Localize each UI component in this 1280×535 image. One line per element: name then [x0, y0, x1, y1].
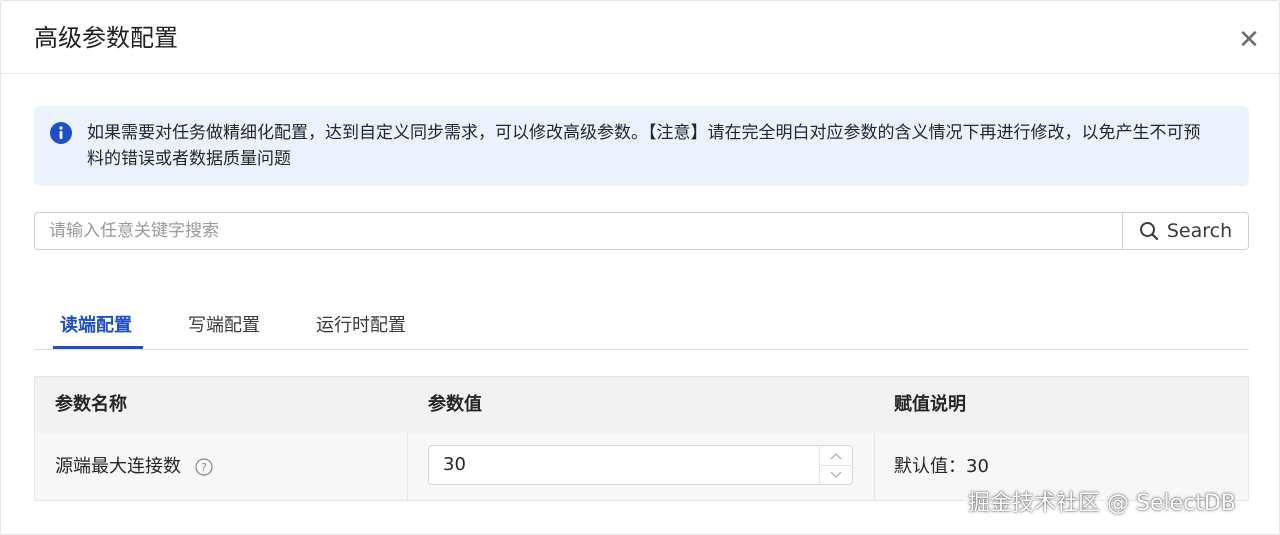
column-header-description: 赋值说明 [894, 394, 966, 415]
search-button-label: Search [1166, 220, 1233, 242]
param-name-cell: 源端最大连接数 ? [55, 455, 213, 479]
alert-message: 如果需要对任务做精细化配置，达到自定义同步需求，可以修改高级参数。【注意】请在完… [87, 123, 1201, 169]
close-icon[interactable]: ✕ [1236, 27, 1262, 53]
param-name: 源端最大连接数 [55, 456, 181, 477]
number-stepper [819, 446, 852, 484]
tab-runtime-config[interactable]: 运行时配置 [316, 314, 406, 338]
column-header-value: 参数值 [428, 394, 482, 415]
params-table: 参数名称 参数值 赋值说明 源端最大连接数 ? 30 默认值：30 [34, 376, 1249, 501]
search-icon [1139, 222, 1158, 241]
tab-read-config[interactable]: 读端配置 [60, 314, 132, 338]
config-tabs: 读端配置 写端配置 运行时配置 [34, 300, 1249, 350]
search-input[interactable] [34, 212, 1123, 250]
question-circle-icon[interactable]: ? [195, 458, 213, 476]
dialog-header: 高级参数配置 ✕ [0, 0, 1280, 74]
param-description: 默认值：30 [894, 456, 989, 477]
column-header-name: 参数名称 [55, 394, 127, 415]
param-value: 30 [443, 454, 466, 475]
column-divider [407, 433, 408, 500]
chevron-down-icon [830, 471, 841, 478]
info-alert: 如果需要对任务做精细化配置，达到自定义同步需求，可以修改高级参数。【注意】请在完… [34, 106, 1249, 186]
dialog-title: 高级参数配置 [34, 24, 178, 52]
search-bar: Search [34, 212, 1249, 250]
chevron-up-icon [830, 452, 841, 459]
watermark-text: 掘金技术社区 @ SelectDB [968, 491, 1236, 516]
param-value-input[interactable]: 30 [428, 445, 853, 485]
search-button[interactable]: Search [1122, 212, 1249, 250]
column-divider [874, 433, 875, 500]
table-header: 参数名称 参数值 赋值说明 [35, 377, 1248, 433]
active-tab-indicator [53, 346, 143, 349]
info-icon [50, 122, 72, 144]
increment-button[interactable] [820, 446, 851, 466]
svg-text:?: ? [201, 461, 207, 474]
tab-write-config[interactable]: 写端配置 [188, 314, 260, 338]
decrement-button[interactable] [820, 465, 851, 484]
